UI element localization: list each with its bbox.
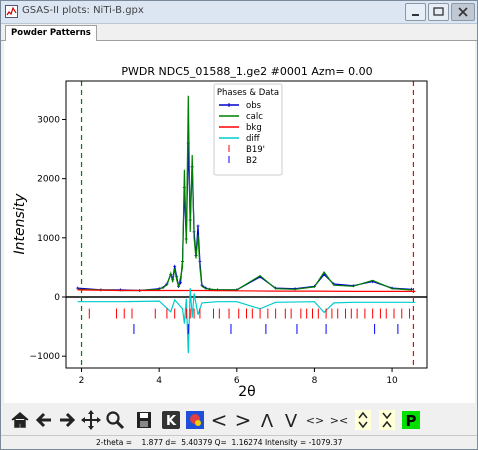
y-axis-label: Intensity bbox=[12, 193, 28, 255]
title-bar: GSAS-II plots: NiTi-B.gpx bbox=[1, 1, 477, 24]
close-icon bbox=[458, 7, 468, 17]
x-tick-label: 2 bbox=[79, 376, 85, 386]
shift-down-icon: V bbox=[285, 411, 298, 432]
shift-left-button[interactable]: < bbox=[208, 408, 230, 432]
obs-point bbox=[196, 224, 200, 228]
shift-down-button[interactable]: V bbox=[280, 408, 302, 432]
svg-text:K: K bbox=[166, 414, 177, 429]
legend-title: Phases & Data bbox=[217, 88, 279, 98]
publish-icon: P bbox=[402, 411, 420, 430]
contract-button[interactable]: >< bbox=[328, 408, 350, 432]
expand-button[interactable]: <> bbox=[304, 408, 326, 432]
key-icon: K bbox=[162, 411, 180, 429]
forward-arrow-icon bbox=[60, 412, 76, 428]
series-diff bbox=[77, 288, 416, 354]
window-title: GSAS-II plots: NiTi-B.gpx bbox=[22, 5, 144, 16]
minimize-button[interactable] bbox=[405, 3, 426, 21]
squeeze-vertical-button[interactable] bbox=[376, 408, 398, 432]
color-button[interactable] bbox=[184, 408, 206, 432]
y-tick-label: −1000 bbox=[30, 352, 61, 362]
expand-icon: <> bbox=[306, 414, 324, 427]
y-tick-label: 2000 bbox=[37, 175, 60, 185]
svg-text:P: P bbox=[406, 412, 417, 430]
plot-canvas[interactable]: PWDR NDC5_01588_1.ge2 #0001 Azm= 0.00 2 4… bbox=[4, 41, 475, 403]
y-tick-label: 0 bbox=[54, 293, 60, 303]
obs-point bbox=[173, 264, 177, 268]
legend-label-B19': B19' bbox=[246, 145, 265, 155]
tab-strip: Powder Patterns bbox=[1, 24, 477, 41]
pan-button[interactable] bbox=[80, 408, 102, 432]
save-icon bbox=[137, 412, 151, 428]
shift-up-button[interactable]: Λ bbox=[256, 408, 278, 432]
zoom-button[interactable] bbox=[104, 408, 126, 432]
forward-button[interactable] bbox=[56, 408, 78, 432]
home-button[interactable] bbox=[9, 408, 31, 432]
home-icon bbox=[11, 412, 29, 428]
svg-text:<: < bbox=[211, 408, 228, 432]
stretch-vertical-icon bbox=[355, 410, 371, 430]
minimize-icon bbox=[412, 14, 419, 16]
shift-right-icon: > bbox=[235, 408, 252, 432]
contract-icon: >< bbox=[330, 414, 348, 427]
tab-powder-patterns[interactable]: Powder Patterns bbox=[5, 25, 97, 41]
legend-label-B2: B2 bbox=[246, 156, 257, 166]
maximize-icon bbox=[433, 7, 444, 16]
zoom-icon bbox=[106, 411, 125, 430]
y-tick-label: 3000 bbox=[37, 115, 60, 125]
cursor-readout: 2-theta = 1.877 d= 5.40379 Q= 1.16274 In… bbox=[96, 438, 343, 447]
shift-left-icon: < bbox=[211, 408, 228, 432]
svg-text:<>: <> bbox=[306, 414, 324, 427]
y-tick-label: 1000 bbox=[37, 234, 60, 244]
x-tick-label: 8 bbox=[312, 376, 318, 386]
shift-up-icon: Λ bbox=[261, 411, 274, 432]
key-button[interactable]: K bbox=[160, 408, 182, 432]
stretch-vertical-button[interactable] bbox=[352, 408, 374, 432]
legend-label-diff: diff bbox=[246, 134, 261, 144]
app-icon bbox=[5, 5, 18, 18]
svg-text:Λ: Λ bbox=[261, 411, 274, 432]
squeeze-vertical-icon bbox=[379, 410, 395, 430]
powder-pattern-plot[interactable]: PWDR NDC5_01588_1.ge2 #0001 Azm= 0.00 2 4… bbox=[4, 41, 475, 403]
chart-title: PWDR NDC5_01588_1.ge2 #0001 Azm= 0.00 bbox=[121, 65, 372, 78]
maximize-button[interactable] bbox=[428, 3, 449, 21]
back-arrow-icon bbox=[35, 412, 51, 428]
legend-label-calc: calc bbox=[246, 112, 263, 122]
svg-text:V: V bbox=[285, 411, 298, 432]
series-bkg bbox=[77, 289, 416, 292]
shift-right-button[interactable]: > bbox=[232, 408, 254, 432]
legend[interactable]: Phases & Data obscalcbkgdiffB19'B2 bbox=[213, 83, 283, 176]
x-axis-label: 2θ bbox=[238, 384, 255, 400]
status-bar: 2-theta = 1.877 d= 5.40379 Q= 1.16274 In… bbox=[1, 435, 477, 450]
legend-label-bkg: bkg bbox=[246, 123, 262, 133]
save-button[interactable] bbox=[133, 408, 155, 432]
pan-icon bbox=[81, 410, 101, 430]
color-icon bbox=[186, 411, 204, 429]
plot-toolbar: K < > Λ V <> >< P bbox=[3, 405, 475, 435]
publish-button[interactable]: P bbox=[400, 408, 422, 432]
legend-label-obs: obs bbox=[246, 101, 262, 111]
svg-text:><: >< bbox=[330, 414, 348, 427]
x-tick-label: 10 bbox=[386, 376, 398, 386]
x-tick-label: 4 bbox=[156, 376, 162, 386]
back-button[interactable] bbox=[33, 408, 55, 432]
close-button[interactable] bbox=[451, 3, 475, 21]
svg-text:>: > bbox=[235, 408, 252, 432]
plot-window: GSAS-II plots: NiTi-B.gpx Powder Pattern… bbox=[0, 0, 478, 450]
